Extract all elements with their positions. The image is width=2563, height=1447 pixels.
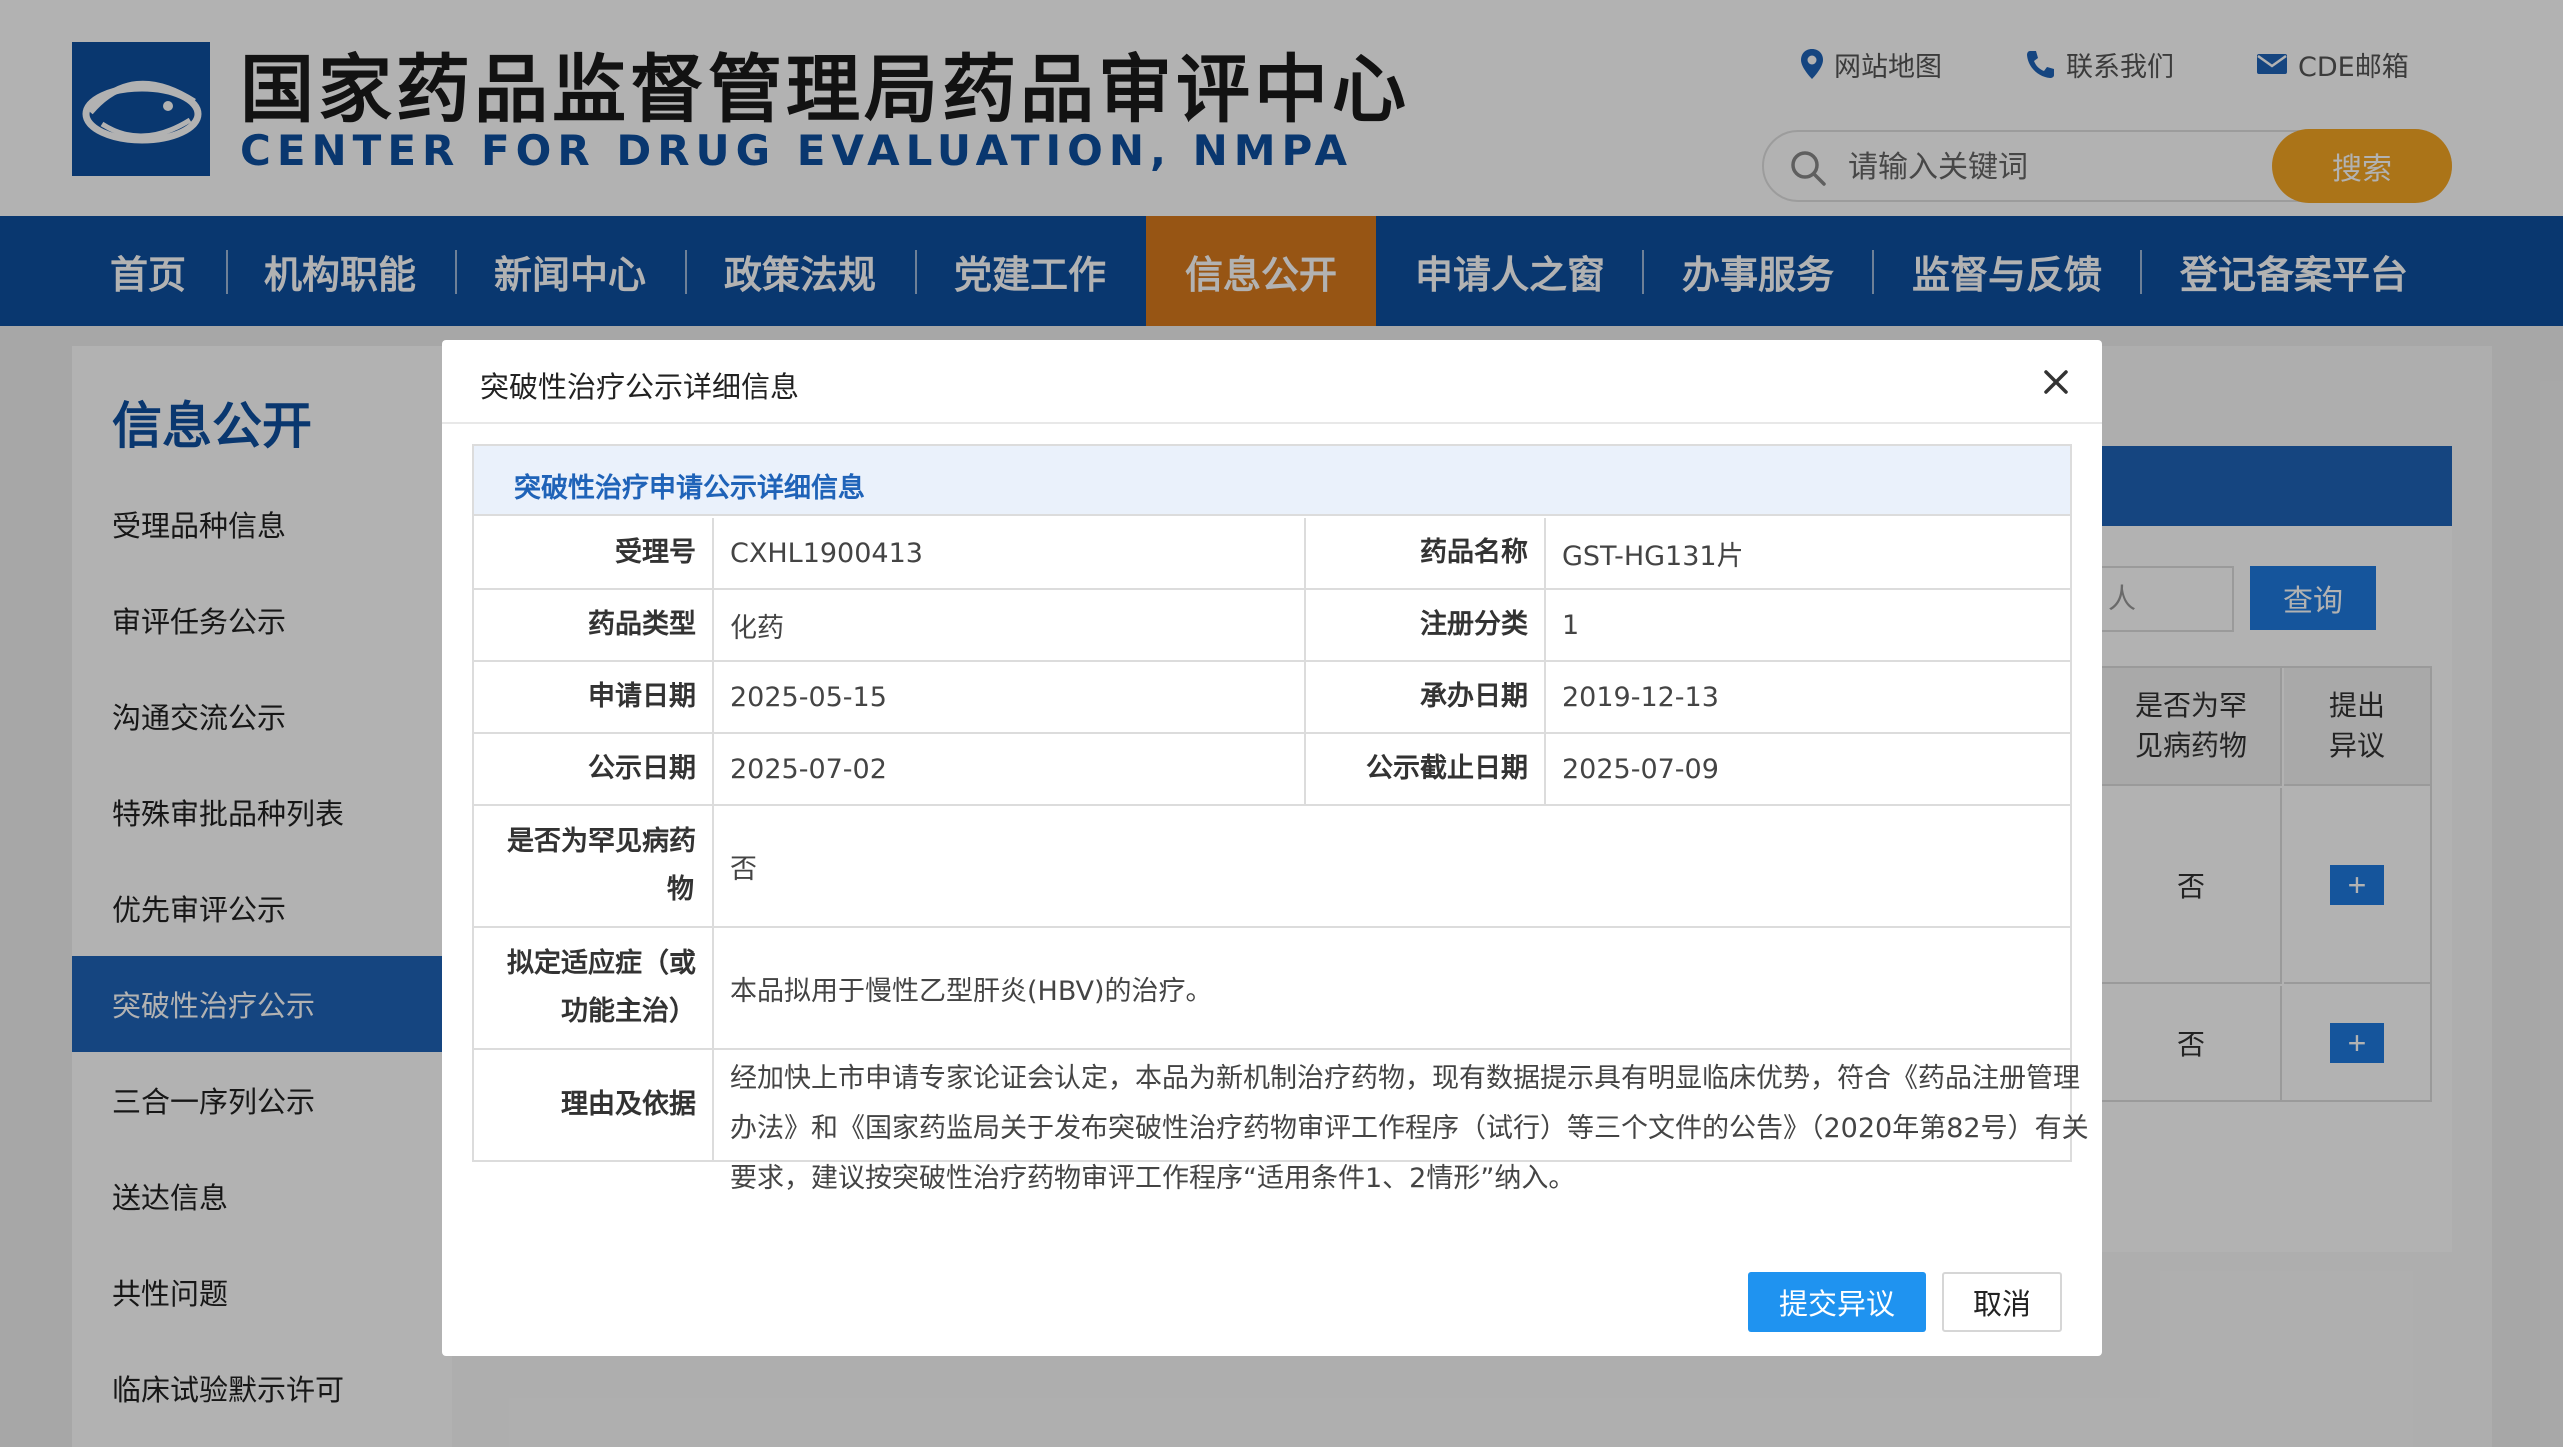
label-apply-date: 申请日期 [474, 662, 714, 734]
label-indication-line1: 拟定适应症（或 [507, 948, 696, 979]
cancel-button[interactable]: 取消 [1942, 1272, 2062, 1332]
value-reason: 经加快上市申请专家论证会认定，本品为新机制治疗药物，现有数据提示具有明显临床优势… [714, 1050, 2089, 1194]
value-deadline: 2025-07-09 [1546, 734, 2070, 806]
label-indication: 拟定适应症（或 功能主治） [474, 928, 714, 1050]
label-accept-no: 受理号 [474, 518, 714, 590]
reason-line: 办法》和《国家药监局关于发布突破性治疗药物审评工作程序（试行）等三个文件的公告》… [730, 1113, 2089, 1144]
modal-title: 突破性治疗公示详细信息 [480, 370, 800, 404]
value-undertake-date: 2019-12-13 [1546, 662, 2070, 734]
close-button[interactable] [2034, 360, 2078, 404]
submit-objection-button[interactable]: 提交异议 [1748, 1272, 1926, 1332]
label-rare-disease-line1: 是否为罕见病药 [507, 826, 696, 857]
detail-section-title: 突破性治疗申请公示详细信息 [514, 473, 865, 504]
detail-table: 突破性治疗申请公示详细信息 受理号 CXHL1900413 药品名称 GST-H… [472, 444, 2089, 1194]
label-rare-disease-line2: 物 [667, 874, 694, 905]
reason-line: 要求，建议按突破性治疗药物审评工作程序“适用条件1、2情形”纳入。 [730, 1163, 1576, 1194]
value-publish-date: 2025-07-02 [714, 734, 1306, 806]
detail-section-header: 突破性治疗申请公示详细信息 [474, 446, 2070, 516]
value-rare-disease: 否 [714, 806, 2070, 928]
value-accept-no: CXHL1900413 [714, 518, 1306, 590]
label-deadline: 公示截止日期 [1306, 734, 1546, 806]
value-indication: 本品拟用于慢性乙型肝炎(HBV)的治疗。 [714, 928, 2070, 1050]
value-drug-name: GST-HG131片 [1546, 518, 2070, 590]
label-undertake-date: 承办日期 [1306, 662, 1546, 734]
modal-header: 突破性治疗公示详细信息 [442, 340, 2102, 424]
value-apply-date: 2025-05-15 [714, 662, 1306, 734]
reason-line: 经加快上市申请专家论证会认定，本品为新机制治疗药物，现有数据提示具有明显临床优势… [730, 1063, 2080, 1094]
label-publish-date: 公示日期 [474, 734, 714, 806]
label-drug-name: 药品名称 [1306, 518, 1546, 590]
close-icon [2044, 370, 2068, 394]
value-reg-class: 1 [1546, 590, 2070, 662]
label-reg-class: 注册分类 [1306, 590, 1546, 662]
detail-modal: 突破性治疗公示详细信息 突破性治疗申请公示详细信息 受理号 CXHL190041… [442, 340, 2102, 1356]
label-rare-disease: 是否为罕见病药 物 [474, 806, 714, 928]
value-drug-type: 化药 [714, 590, 1306, 662]
label-indication-line2: 功能主治） [561, 996, 696, 1027]
label-reason: 理由及依据 [474, 1050, 714, 1160]
label-drug-type: 药品类型 [474, 590, 714, 662]
